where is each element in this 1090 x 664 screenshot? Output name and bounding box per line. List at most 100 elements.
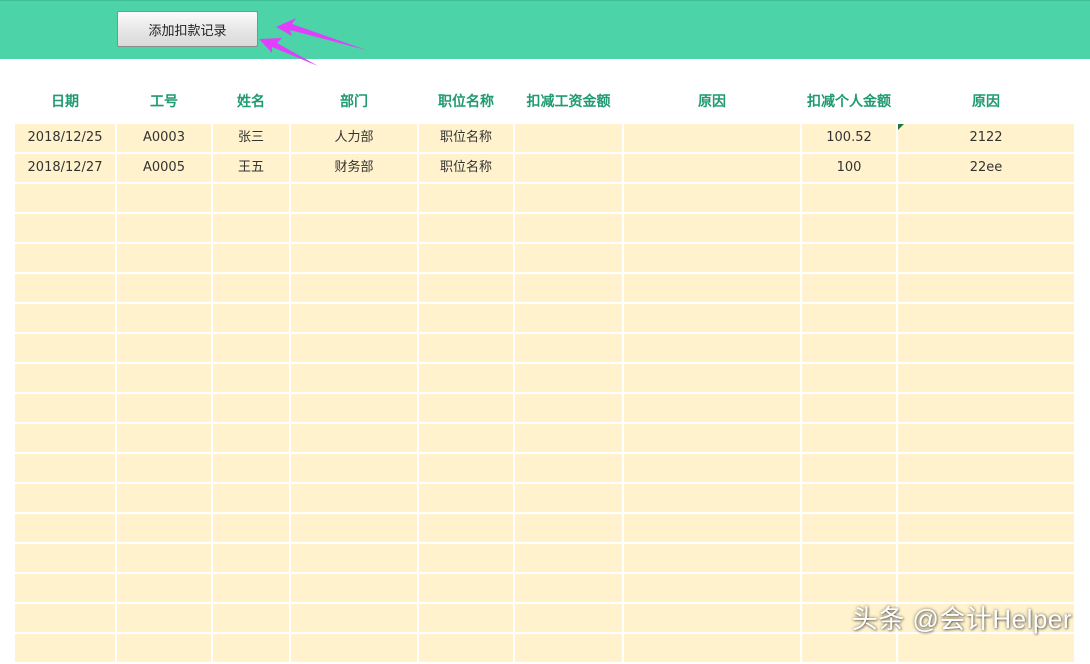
table-cell[interactable] xyxy=(291,244,417,272)
table-cell[interactable]: 张三 xyxy=(213,124,289,152)
table-cell[interactable] xyxy=(624,154,800,182)
table-cell[interactable] xyxy=(291,184,417,212)
table-cell[interactable] xyxy=(515,274,622,302)
table-cell[interactable] xyxy=(802,484,896,512)
table-cell[interactable] xyxy=(213,514,289,542)
table-cell[interactable] xyxy=(419,574,513,602)
table-cell[interactable]: 100.52 xyxy=(802,124,896,152)
table-cell[interactable] xyxy=(213,454,289,482)
table-cell[interactable]: A0005 xyxy=(117,154,211,182)
table-cell[interactable] xyxy=(802,184,896,212)
table-cell[interactable] xyxy=(515,244,622,272)
table-cell[interactable] xyxy=(515,124,622,152)
table-cell[interactable] xyxy=(898,484,1074,512)
table-cell[interactable]: 王五 xyxy=(213,154,289,182)
table-cell[interactable] xyxy=(15,484,115,512)
table-cell[interactable] xyxy=(15,424,115,452)
table-cell[interactable] xyxy=(15,304,115,332)
table-cell[interactable] xyxy=(291,304,417,332)
table-cell[interactable] xyxy=(291,484,417,512)
table-cell[interactable] xyxy=(624,514,800,542)
table-cell[interactable] xyxy=(624,364,800,392)
table-cell[interactable] xyxy=(419,544,513,572)
table-cell[interactable] xyxy=(624,454,800,482)
table-cell[interactable] xyxy=(624,214,800,242)
table-cell[interactable] xyxy=(15,574,115,602)
table-cell[interactable] xyxy=(802,274,896,302)
table-cell[interactable] xyxy=(117,424,211,452)
table-cell[interactable] xyxy=(291,334,417,362)
table-cell[interactable] xyxy=(624,244,800,272)
table-cell[interactable] xyxy=(802,364,896,392)
table-cell[interactable] xyxy=(898,304,1074,332)
table-cell[interactable] xyxy=(117,274,211,302)
table-cell[interactable] xyxy=(291,604,417,632)
table-cell[interactable] xyxy=(802,394,896,422)
table-cell[interactable] xyxy=(515,634,622,662)
table-cell[interactable] xyxy=(898,244,1074,272)
table-cell[interactable] xyxy=(515,214,622,242)
table-cell[interactable]: 2018/12/25 xyxy=(15,124,115,152)
table-cell[interactable] xyxy=(213,634,289,662)
table-cell[interactable] xyxy=(419,214,513,242)
table-cell[interactable] xyxy=(291,454,417,482)
table-cell[interactable] xyxy=(624,394,800,422)
table-cell[interactable] xyxy=(117,364,211,392)
table-cell[interactable] xyxy=(117,244,211,272)
table-cell[interactable] xyxy=(291,394,417,422)
table-cell[interactable] xyxy=(515,334,622,362)
table-cell[interactable] xyxy=(15,454,115,482)
table-cell[interactable] xyxy=(15,514,115,542)
table-cell[interactable] xyxy=(515,424,622,452)
table-cell[interactable] xyxy=(213,184,289,212)
table-cell[interactable] xyxy=(898,574,1074,602)
table-cell[interactable] xyxy=(802,304,896,332)
table-cell[interactable] xyxy=(515,604,622,632)
table-cell[interactable] xyxy=(117,514,211,542)
table-cell[interactable] xyxy=(898,334,1074,362)
table-cell[interactable] xyxy=(515,454,622,482)
table-cell[interactable] xyxy=(898,424,1074,452)
table-cell[interactable]: 2018/12/27 xyxy=(15,154,115,182)
table-cell[interactable] xyxy=(291,634,417,662)
table-cell[interactable] xyxy=(117,634,211,662)
table-cell[interactable] xyxy=(419,634,513,662)
table-cell[interactable] xyxy=(419,244,513,272)
table-cell[interactable] xyxy=(802,544,896,572)
table-cell[interactable]: A0003 xyxy=(117,124,211,152)
table-cell[interactable]: 2122 xyxy=(898,124,1074,152)
table-cell[interactable] xyxy=(419,304,513,332)
table-cell[interactable] xyxy=(419,184,513,212)
table-cell[interactable] xyxy=(117,334,211,362)
table-cell[interactable] xyxy=(802,634,896,662)
table-cell[interactable] xyxy=(898,214,1074,242)
table-cell[interactable] xyxy=(898,544,1074,572)
table-cell[interactable] xyxy=(15,394,115,422)
table-cell[interactable] xyxy=(515,484,622,512)
table-cell[interactable] xyxy=(15,334,115,362)
table-cell[interactable] xyxy=(624,604,800,632)
table-cell[interactable] xyxy=(213,544,289,572)
table-cell[interactable] xyxy=(419,514,513,542)
table-cell[interactable]: 人力部 xyxy=(291,124,417,152)
table-cell[interactable] xyxy=(624,124,800,152)
table-cell[interactable] xyxy=(117,394,211,422)
table-cell[interactable] xyxy=(291,574,417,602)
table-cell[interactable] xyxy=(898,454,1074,482)
table-cell[interactable] xyxy=(15,184,115,212)
table-cell[interactable] xyxy=(419,424,513,452)
table-cell[interactable] xyxy=(898,364,1074,392)
table-cell[interactable] xyxy=(515,514,622,542)
table-cell[interactable] xyxy=(802,574,896,602)
table-cell[interactable] xyxy=(213,364,289,392)
table-cell[interactable] xyxy=(515,154,622,182)
table-cell[interactable] xyxy=(117,544,211,572)
table-cell[interactable] xyxy=(117,574,211,602)
table-cell[interactable] xyxy=(419,454,513,482)
table-cell[interactable] xyxy=(624,424,800,452)
table-cell[interactable] xyxy=(291,424,417,452)
table-cell[interactable] xyxy=(15,634,115,662)
table-cell[interactable] xyxy=(515,544,622,572)
table-cell[interactable] xyxy=(213,274,289,302)
table-cell[interactable] xyxy=(213,334,289,362)
